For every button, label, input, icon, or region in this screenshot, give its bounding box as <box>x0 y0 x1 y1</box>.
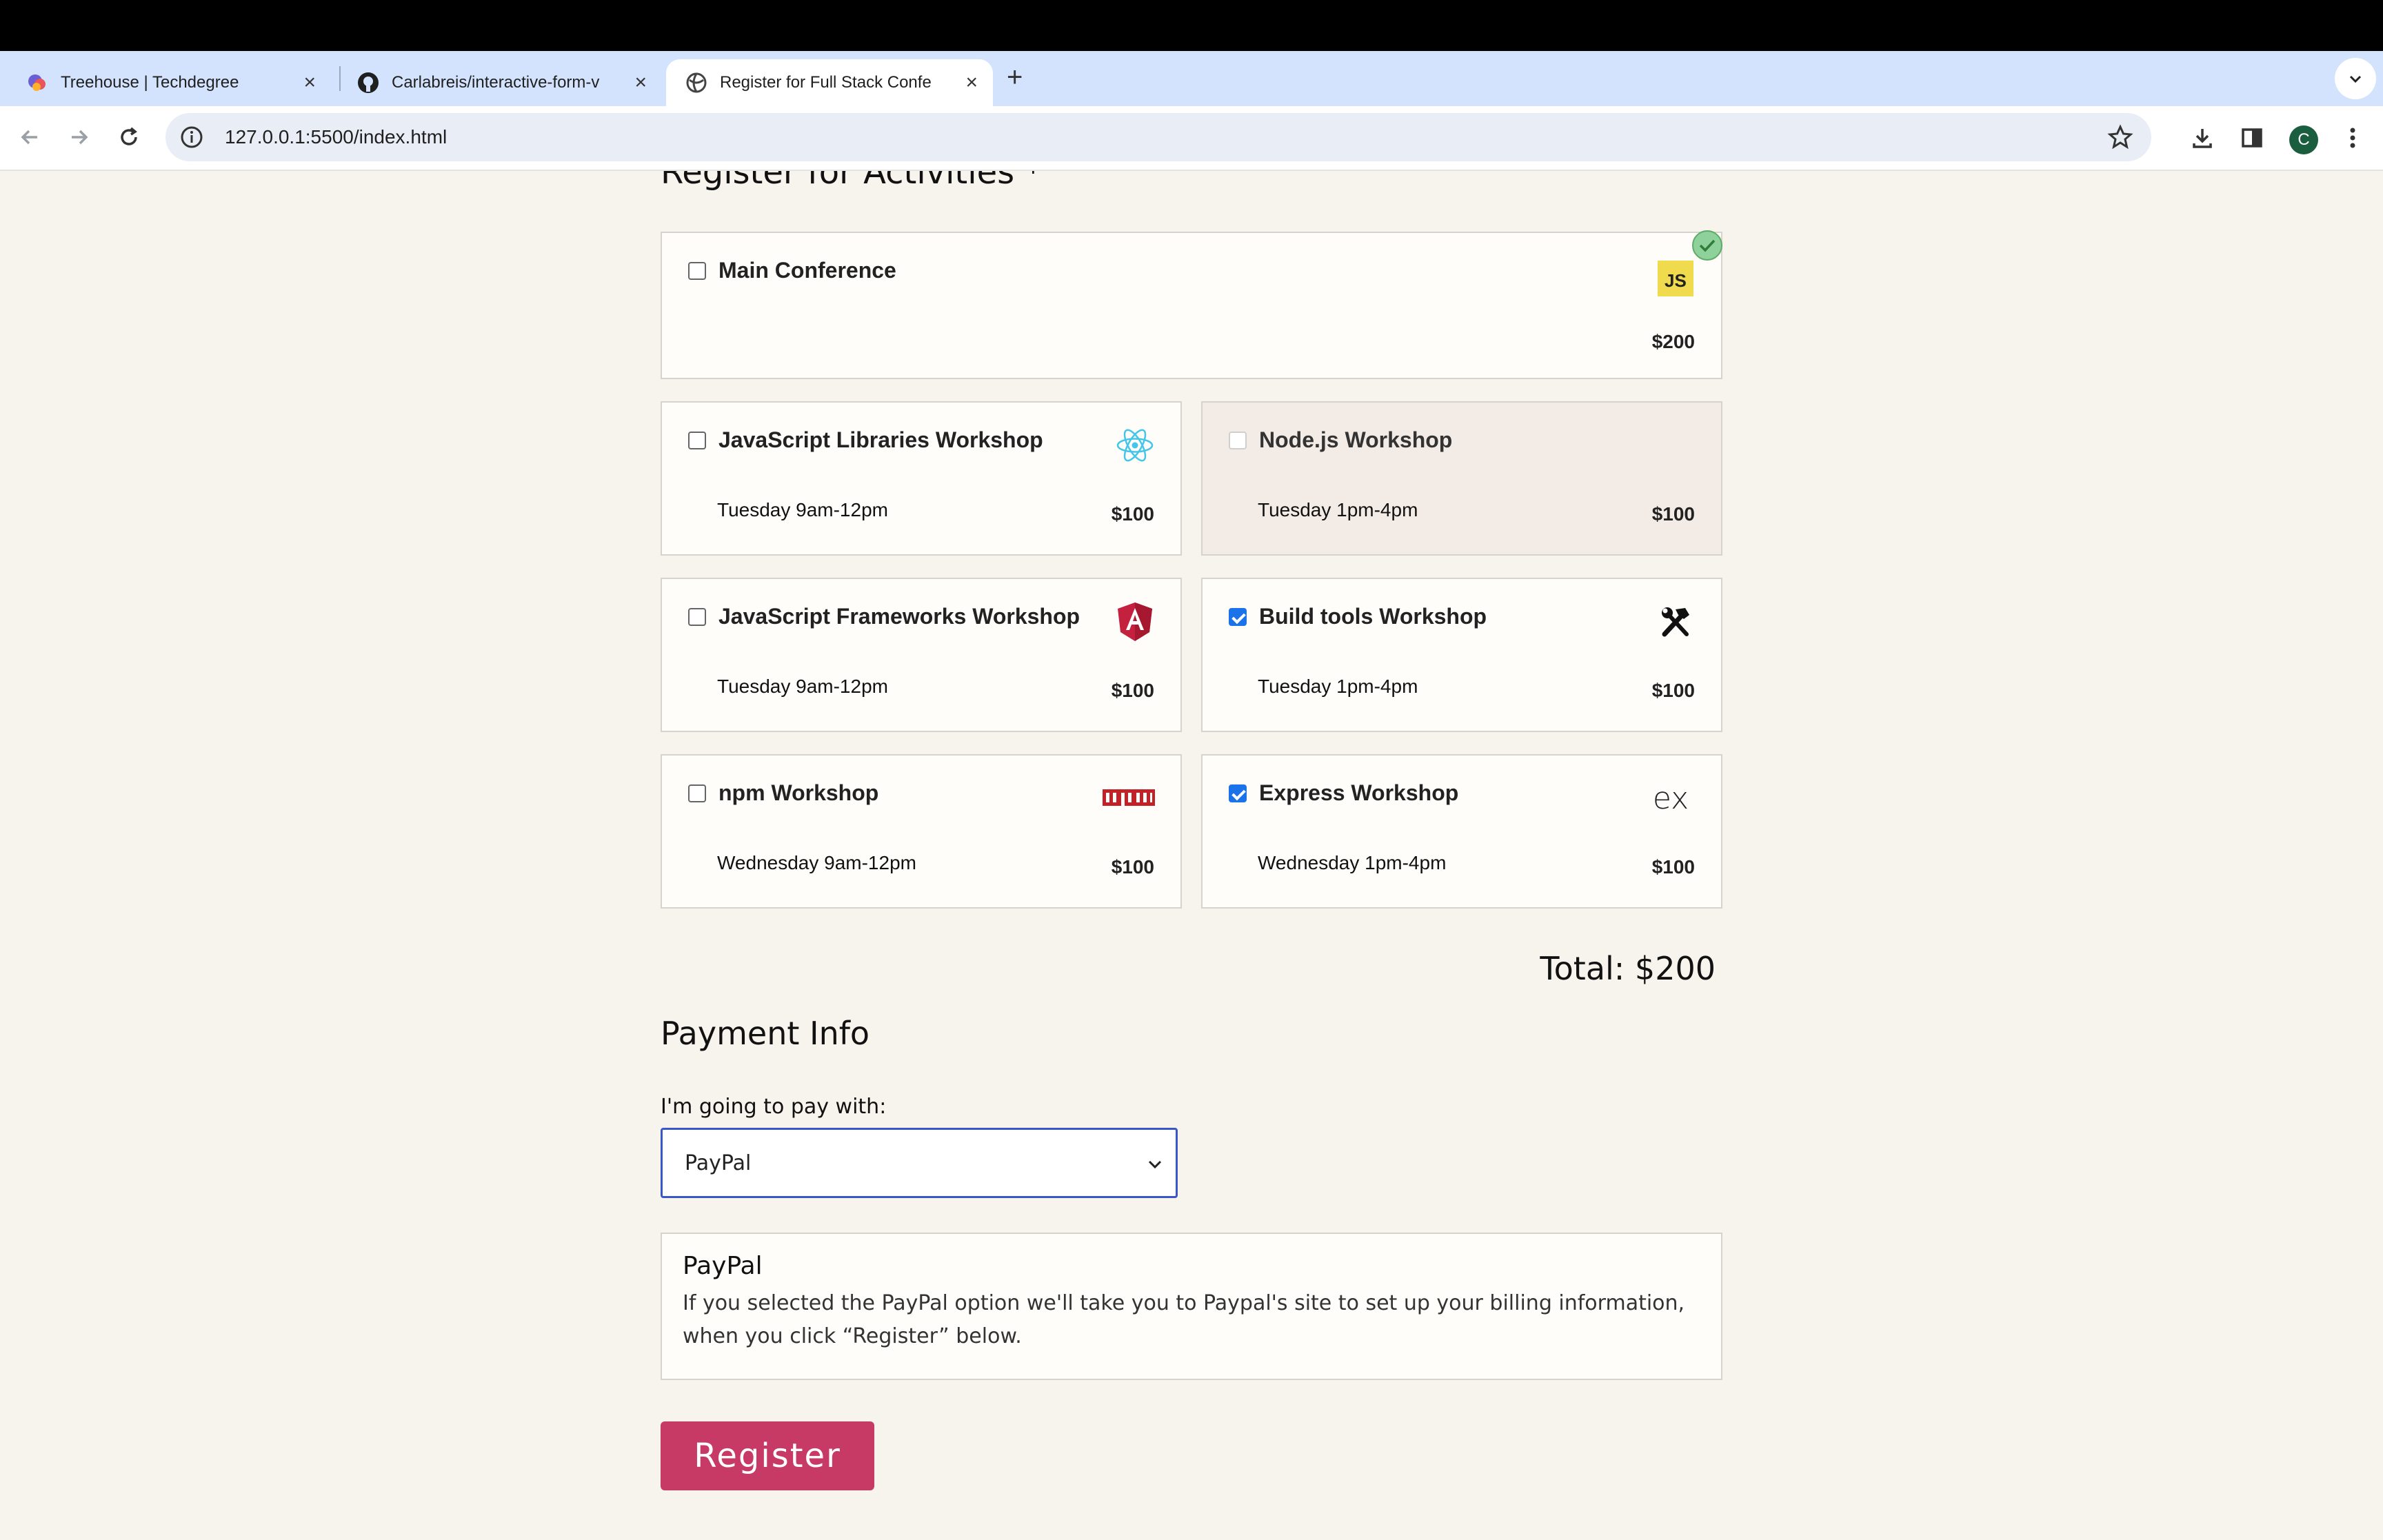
payment-method-value: PayPal <box>685 1151 752 1175</box>
side-panel-button[interactable] <box>2237 123 2267 153</box>
globe-icon <box>685 72 707 94</box>
browser-toolbar: 127.0.0.1:5500/index.html C <box>0 106 2383 171</box>
reload-button[interactable] <box>112 120 146 154</box>
activity-time: Tuesday 1pm-4pm <box>1258 499 1418 520</box>
valid-check-icon <box>1692 230 1722 261</box>
tab-title: Register for Full Stack Confe <box>720 73 932 92</box>
js-libraries-checkbox[interactable] <box>688 432 706 449</box>
tab-register[interactable]: Register for Full Stack Confe × <box>666 59 993 106</box>
url-text: 127.0.0.1:5500/index.html <box>225 126 448 148</box>
download-icon <box>2193 129 2212 148</box>
activity-main-conference[interactable]: Main Conference JS $200 <box>661 230 1722 379</box>
payment-heading: Payment Info <box>661 1015 870 1052</box>
javascript-logo-icon: JS <box>1656 259 1695 298</box>
profile-avatar[interactable]: C <box>2289 125 2318 154</box>
register-button[interactable]: Register <box>661 1421 874 1490</box>
activity-time: Tuesday 9am-12pm <box>717 676 888 697</box>
close-tab-icon[interactable]: × <box>303 72 316 94</box>
js-logo-text: JS <box>1665 270 1687 291</box>
side-panel-icon <box>2242 128 2262 148</box>
tab-treehouse[interactable]: Treehouse | Techdegree × <box>7 59 331 106</box>
hammer-wrench-icon <box>1656 602 1695 641</box>
activity-time: Wednesday 1pm-4pm <box>1258 852 1447 873</box>
screen-top-bar <box>0 0 2383 51</box>
activity-cost: $100 <box>1111 856 1154 878</box>
activity-express[interactable]: Express Workshop ex Wednesday 1pm-4pm $1… <box>1201 754 1722 909</box>
activity-name: npm Workshop <box>718 780 879 805</box>
npm-checkbox[interactable] <box>688 784 706 802</box>
express-checkbox[interactable] <box>1229 784 1247 802</box>
activity-nodejs: Node.js Workshop Tuesday 1pm-4pm $100 <box>1201 401 1722 556</box>
arrow-left-icon <box>21 130 37 145</box>
payment-method-label: I'm going to pay with: <box>661 1095 887 1119</box>
tab-title: Carlabreis/interactive-form-v <box>392 73 600 92</box>
activity-name: Node.js Workshop <box>1259 427 1453 452</box>
forward-button[interactable] <box>62 120 97 154</box>
activity-name: Express Workshop <box>1259 780 1459 805</box>
payment-method-select[interactable]: PayPal <box>661 1128 1178 1198</box>
tab-search-button[interactable] <box>2335 58 2376 99</box>
paypal-info-box: PayPal If you selected the PayPal option… <box>661 1233 1722 1380</box>
treehouse-icon <box>26 72 48 94</box>
paypal-description: If you selected the PayPal option we'll … <box>683 1291 1685 1348</box>
js-frameworks-checkbox[interactable] <box>688 608 706 626</box>
npm-logo-icon <box>1102 779 1156 818</box>
activity-cost: $100 <box>1111 680 1154 701</box>
bookmark-star-icon[interactable] <box>2107 124 2133 150</box>
info-icon[interactable] <box>179 125 204 150</box>
browser-menu-button[interactable] <box>2337 123 2368 153</box>
tab-title: Treehouse | Techdegree <box>61 73 239 92</box>
main-conference-checkbox[interactable] <box>688 262 706 280</box>
paypal-title: PayPal <box>683 1252 763 1280</box>
close-tab-icon[interactable]: × <box>965 72 978 94</box>
activity-name: JavaScript Libraries Workshop <box>718 427 1043 452</box>
nodejs-checkbox <box>1229 432 1247 449</box>
tab-strip: Treehouse | Techdegree × Carlabreis/inte… <box>0 51 2383 106</box>
activity-name: Main Conference <box>718 258 896 283</box>
activity-js-frameworks[interactable]: JavaScript Frameworks Workshop Tuesday 9… <box>661 578 1182 732</box>
back-button[interactable] <box>12 120 47 154</box>
github-icon <box>357 72 379 94</box>
page-viewport: Register for Activities * Main Conferenc… <box>0 171 2383 1540</box>
reload-icon <box>121 127 137 145</box>
chevron-down-icon <box>1148 1160 1162 1169</box>
react-logo-icon <box>1116 426 1154 465</box>
activity-cost: $100 <box>1651 503 1695 525</box>
arrow-right-icon <box>72 130 88 145</box>
activity-js-libraries[interactable]: JavaScript Libraries Workshop Tuesday 9a… <box>661 401 1182 556</box>
chevron-down-icon <box>2349 75 2362 83</box>
activity-npm[interactable]: npm Workshop Wednesday 9am-12pm $100 <box>661 754 1182 909</box>
express-logo-text: ex <box>1652 780 1689 816</box>
angular-logo-icon <box>1116 602 1154 641</box>
activity-time: Tuesday 9am-12pm <box>717 499 888 520</box>
address-bar[interactable]: 127.0.0.1:5500/index.html <box>165 113 2151 161</box>
activity-build-tools[interactable]: Build tools Workshop Tuesday 1pm-4pm $10… <box>1201 578 1722 732</box>
activity-time: Tuesday 1pm-4pm <box>1258 676 1418 697</box>
activity-cost: $100 <box>1651 680 1695 701</box>
new-tab-button[interactable]: + <box>1007 62 1023 92</box>
activity-cost: $100 <box>1651 856 1695 878</box>
kebab-menu-icon <box>2350 128 2355 148</box>
downloads-button[interactable] <box>2187 123 2218 153</box>
activity-name: JavaScript Frameworks Workshop <box>718 604 1080 629</box>
activity-time: Wednesday 9am-12pm <box>717 852 916 873</box>
activity-cost: $200 <box>1651 331 1695 352</box>
activity-name: Build tools Workshop <box>1259 604 1487 629</box>
build-tools-checkbox[interactable] <box>1229 608 1247 626</box>
activities-total: Total: $200 <box>1540 950 1716 987</box>
express-logo-icon: ex <box>1647 779 1695 818</box>
tab-github[interactable]: Carlabreis/interactive-form-v × <box>338 59 662 106</box>
close-tab-icon[interactable]: × <box>634 72 647 94</box>
activities-heading: Register for Activities * <box>661 171 1042 192</box>
activity-cost: $100 <box>1111 503 1154 525</box>
